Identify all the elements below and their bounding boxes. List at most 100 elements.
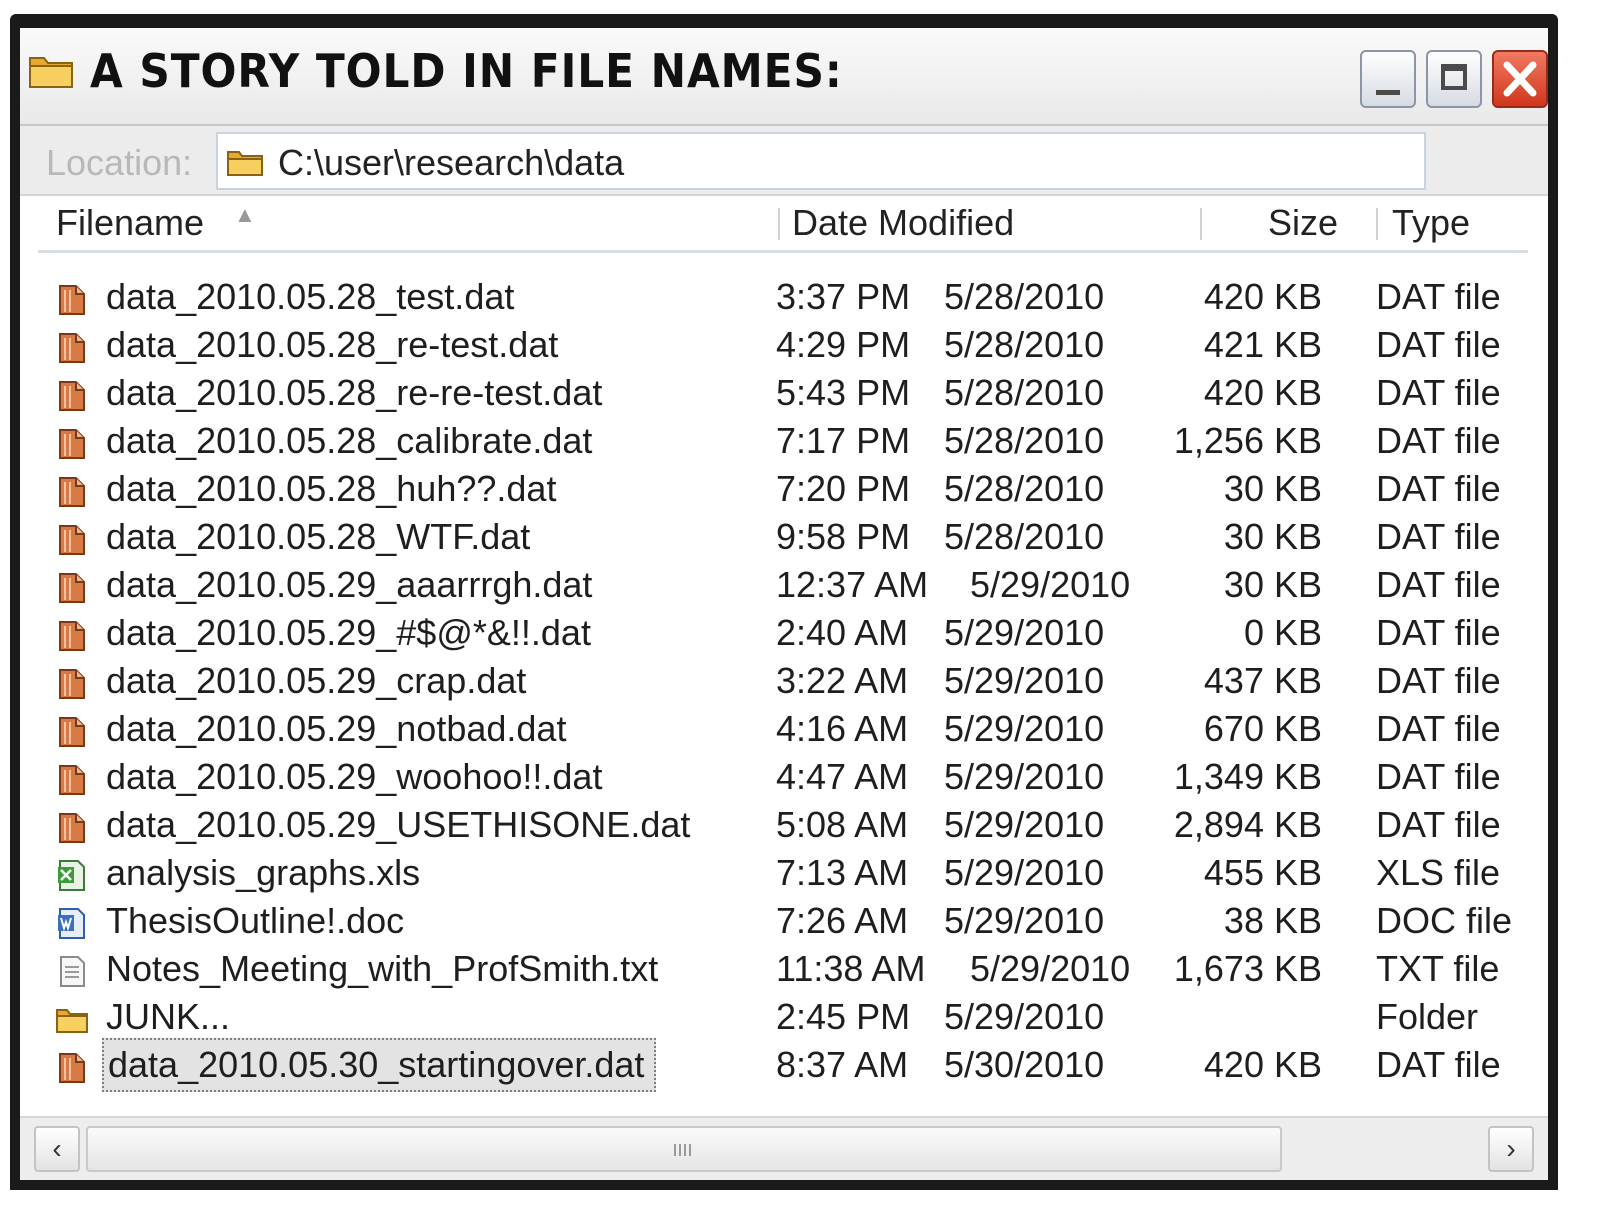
file-row[interactable]: Notes_Meeting_with_ProfSmith.txt 11:38 AM…: [20, 946, 1548, 994]
file-name[interactable]: data_2010.05.29_woohoo!!.dat: [106, 756, 602, 798]
file-type: DAT file: [1376, 324, 1501, 365]
file-row[interactable]: data_2010.05.28_calibrate.dat 7:17 PM 5/28…: [20, 418, 1548, 466]
file-size: 30 KB: [1223, 564, 1322, 605]
file-time: 5:43 PM: [776, 372, 911, 413]
dat-file-icon: [56, 762, 88, 796]
location-input[interactable]: C:\user\research\data ⌄: [216, 132, 1426, 190]
file-row[interactable]: data_2010.05.29_woohoo!!.dat 4:47 AM 5/29/…: [20, 754, 1548, 802]
column-divider[interactable]: [1200, 208, 1202, 240]
dat-file-icon: [56, 330, 88, 364]
file-size: 420 KB: [1203, 372, 1322, 413]
column-header-filename[interactable]: Filename: [56, 202, 204, 244]
file-row[interactable]: data_2010.05.29_#$@*&!!.dat 2:40 AM 5/29/2…: [20, 610, 1548, 658]
file-row[interactable]: analysis_graphs.xls 7:13 AM 5/29/2010 455 K…: [20, 850, 1548, 898]
file-time: 7:20 PM: [776, 468, 911, 509]
file-name[interactable]: data_2010.05.28_test.dat: [106, 276, 514, 318]
file-type: DAT file: [1376, 420, 1501, 461]
file-date: 5/28/2010: [944, 276, 1105, 317]
location-bar: Location: C:\user\research\data ⌄: [20, 126, 1548, 196]
maximize-button[interactable]: [1426, 50, 1482, 108]
file-time: 11:38 AM: [776, 948, 926, 989]
file-time: 4:47 AM: [776, 756, 909, 797]
horizontal-scrollbar[interactable]: ‹ ›: [20, 1116, 1548, 1180]
file-time: 7:17 PM: [776, 420, 911, 461]
file-type: DAT file: [1376, 756, 1501, 797]
file-time: 4:29 PM: [776, 324, 911, 365]
dat-file-icon: [56, 522, 88, 556]
file-name[interactable]: data_2010.05.28_re-re-test.dat: [106, 372, 602, 414]
file-time: 4:16 AM: [776, 708, 909, 749]
scrollbar-thumb[interactable]: [86, 1126, 1282, 1172]
file-name[interactable]: data_2010.05.28_huh??.dat: [106, 468, 556, 510]
dat-file-icon: [56, 714, 88, 748]
file-size: 38 KB: [1223, 900, 1322, 941]
file-date: 5/29/2010: [944, 756, 1105, 797]
file-name[interactable]: Notes_Meeting_with_ProfSmith.txt: [106, 948, 658, 990]
column-divider[interactable]: [1376, 208, 1378, 240]
folder-icon: [29, 57, 73, 88]
close-button[interactable]: [1492, 50, 1548, 108]
file-time: 8:37 AM: [776, 1044, 909, 1085]
file-time: 2:45 PM: [776, 996, 911, 1037]
file-date: 5/28/2010: [944, 372, 1105, 413]
file-row[interactable]: data_2010.05.28_huh??.dat 7:20 PM 5/28/201…: [20, 466, 1548, 514]
location-path: C:\user\research\data: [278, 142, 625, 183]
file-name[interactable]: ThesisOutline!.doc: [106, 900, 404, 942]
folder-icon: [227, 151, 263, 176]
column-header-type[interactable]: Type: [1392, 202, 1470, 244]
chevron-left-icon: ‹: [52, 1133, 62, 1164]
dat-file-icon: [56, 570, 88, 604]
file-name[interactable]: analysis_graphs.xls: [106, 852, 420, 894]
column-divider[interactable]: [778, 208, 780, 240]
file-time: 3:37 PM: [776, 276, 911, 317]
file-name[interactable]: data_2010.05.28_WTF.dat: [106, 516, 530, 558]
file-time: 9:58 PM: [776, 516, 911, 557]
file-row[interactable]: data_2010.05.30_startingover.dat 8:37 AM 5…: [20, 1038, 1548, 1092]
file-row[interactable]: data_2010.05.28_WTF.dat 9:58 PM 5/28/2010 3…: [20, 514, 1548, 562]
title-bar[interactable]: A STORY TOLD IN FILE NAMES:: [20, 28, 1548, 126]
file-date: 5/29/2010: [944, 996, 1105, 1037]
file-name[interactable]: data_2010.05.28_re-test.dat: [106, 324, 558, 366]
file-size: 420 KB: [1203, 276, 1322, 317]
file-name[interactable]: data_2010.05.29_crap.dat: [106, 660, 526, 702]
file-name[interactable]: data_2010.05.30_startingover.dat: [102, 1038, 657, 1092]
dat-file-icon: [56, 1050, 88, 1084]
dat-file-icon: [56, 666, 88, 700]
file-name[interactable]: data_2010.05.28_calibrate.dat: [106, 420, 592, 462]
file-time: 5:08 AM: [776, 804, 909, 845]
file-name[interactable]: data_2010.05.29_aaarrrgh.dat: [106, 564, 592, 606]
file-type: DAT file: [1376, 564, 1501, 605]
file-type: DOC file: [1376, 900, 1513, 941]
minimize-button[interactable]: [1360, 50, 1416, 108]
file-row[interactable]: data_2010.05.28_re-test.dat 4:29 PM 5/28/2…: [20, 322, 1548, 370]
file-name[interactable]: data_2010.05.29_notbad.dat: [106, 708, 566, 750]
xls-file-icon: [56, 858, 88, 892]
scroll-left-button[interactable]: ‹: [34, 1126, 80, 1172]
file-date: 5/28/2010: [944, 468, 1105, 509]
sort-ascending-icon: ▲: [234, 202, 256, 227]
file-name[interactable]: data_2010.05.29_#$@*&!!.dat: [106, 612, 591, 654]
file-row[interactable]: data_2010.05.29_crap.dat 3:22 AM 5/29/2010…: [20, 658, 1548, 706]
file-type: DAT file: [1376, 516, 1501, 557]
file-time: 7:13 AM: [776, 852, 909, 893]
folder-icon: [56, 1002, 88, 1036]
file-row[interactable]: ThesisOutline!.doc 7:26 AM 5/29/2010 38 KB D…: [20, 898, 1548, 946]
file-time: 3:22 AM: [776, 660, 909, 701]
file-name[interactable]: data_2010.05.29_USETHISONE.dat: [106, 804, 690, 846]
file-row[interactable]: data_2010.05.29_aaarrrgh.dat 12:37 AM 5/29…: [20, 562, 1548, 610]
file-date: 5/30/2010: [944, 1044, 1105, 1085]
file-date: 5/29/2010: [970, 948, 1131, 989]
column-header-size[interactable]: Size: [1268, 202, 1338, 244]
file-row[interactable]: data_2010.05.29_notbad.dat 4:16 AM 5/29/20…: [20, 706, 1548, 754]
scroll-right-button[interactable]: ›: [1488, 1126, 1534, 1172]
doc-file-icon: [56, 906, 88, 940]
file-date: 5/29/2010: [970, 564, 1131, 605]
column-header-date-modified[interactable]: Date Modified: [792, 202, 1014, 244]
file-row[interactable]: data_2010.05.29_USETHISONE.dat 5:08 AM 5/2…: [20, 802, 1548, 850]
file-name[interactable]: JUNK...: [106, 996, 230, 1038]
file-row[interactable]: JUNK... 2:45 PM 5/29/2010 Folder: [20, 994, 1548, 1042]
file-date: 5/29/2010: [944, 660, 1105, 701]
file-row[interactable]: data_2010.05.28_re-re-test.dat 5:43 PM 5/2…: [20, 370, 1548, 418]
file-row[interactable]: data_2010.05.28_test.dat 3:37 PM 5/28/2010…: [20, 274, 1548, 322]
file-date: 5/29/2010: [944, 900, 1105, 941]
